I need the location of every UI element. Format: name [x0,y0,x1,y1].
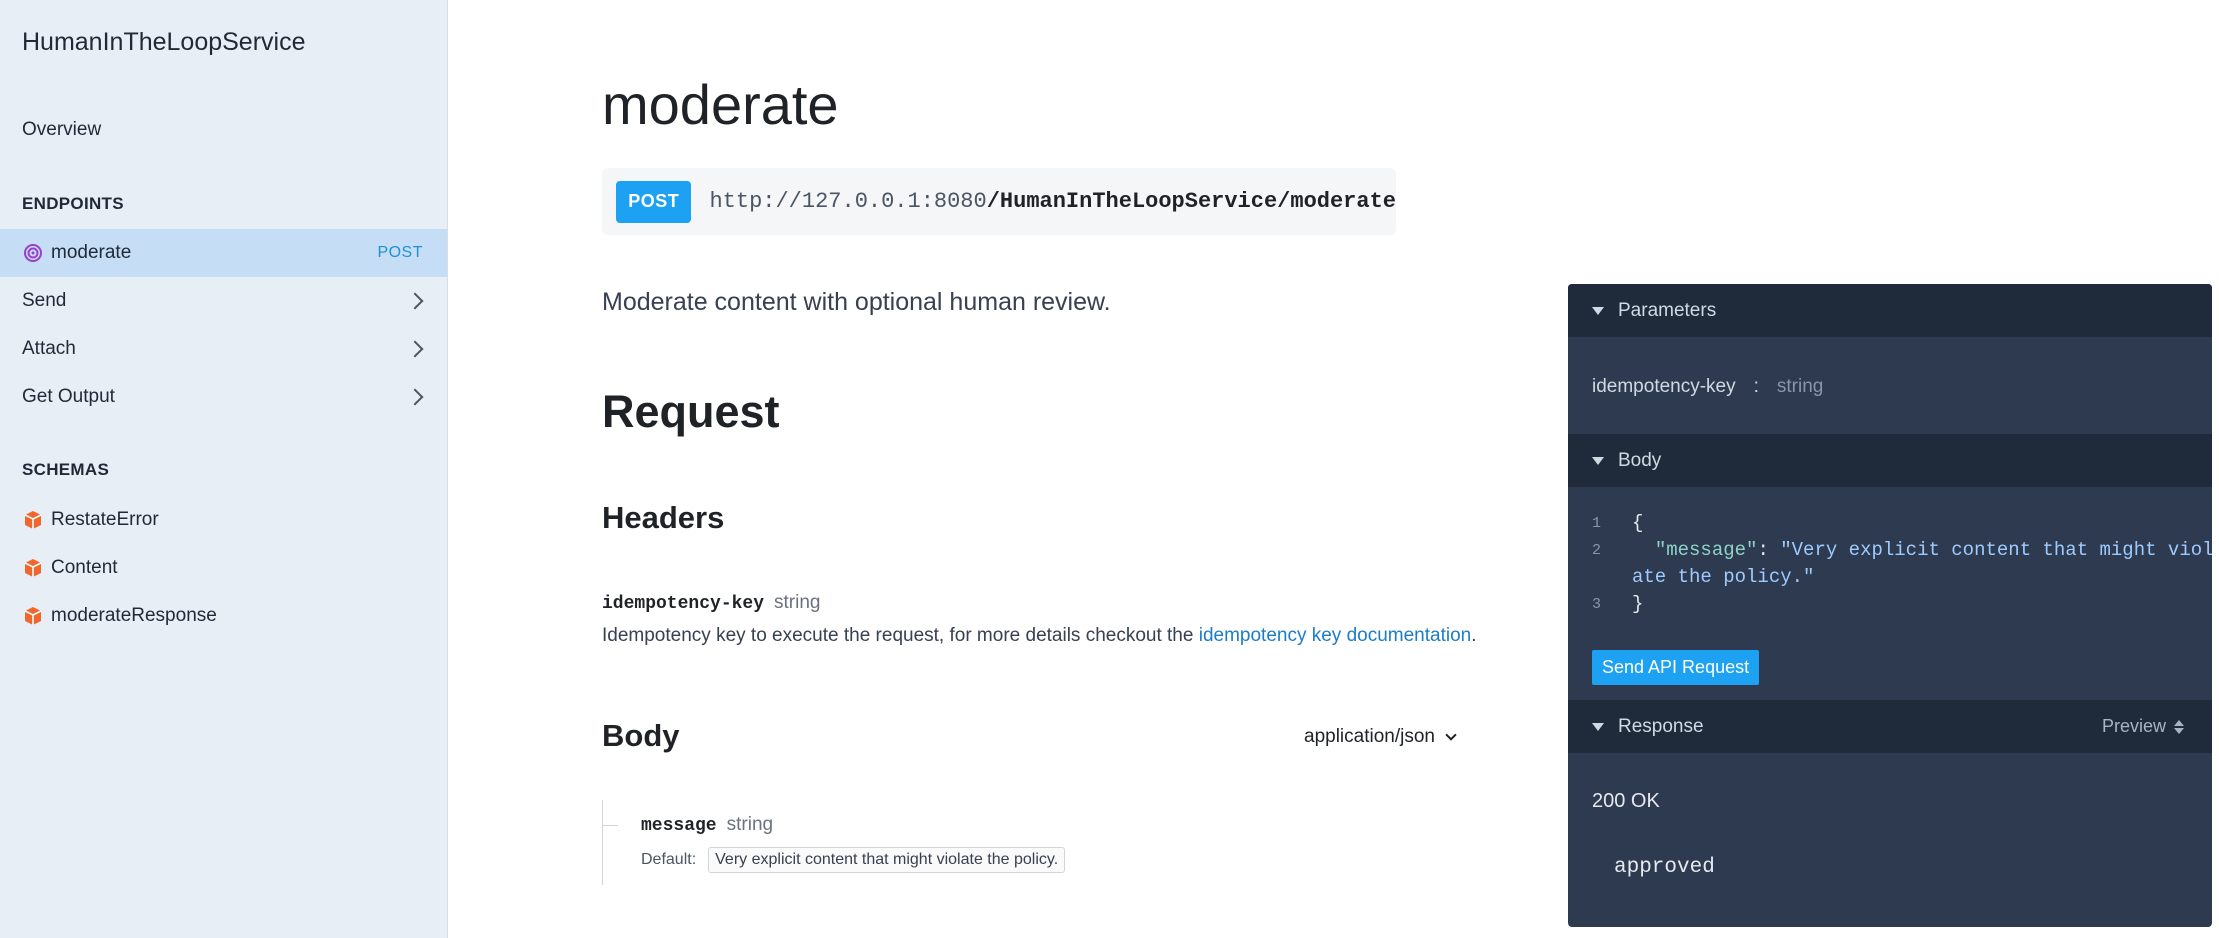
param-name: message [641,816,717,836]
schemas-section-label: SCHEMAS [22,460,110,479]
headers-heading: Headers [602,500,725,535]
caret-down-icon [1592,456,1604,465]
param-separator: : [1753,376,1759,397]
sidebar-item-overview[interactable]: Overview [0,106,447,154]
response-body: approved [1614,856,1715,879]
chevron-right-icon [406,388,424,406]
sidebar-item-label: Overview [22,119,102,140]
sidebar-item-moderate[interactable]: moderate POST [0,229,447,277]
code-line: 1 { [1592,510,2212,537]
app-title[interactable]: HumanInTheLoopService [22,28,306,57]
parameters-section-header[interactable]: Parameters [1568,284,2212,337]
url-path: /HumanInTheLoopService/moderate [986,189,1396,214]
default-value: Very explicit content that might violate… [708,847,1066,873]
line-number-empty [1592,564,1632,591]
chevron-down-icon [1445,729,1457,741]
tree-line [602,800,603,885]
body-heading: Body [602,718,680,753]
endpoint-url-box: POST http://127.0.0.1:8080/HumanInTheLoo… [602,168,1396,235]
body-param-row: message string [641,814,773,836]
panel-param-type: string [1776,376,1824,397]
line-number: 2 [1592,542,1602,559]
section-label: Body [1618,449,1662,471]
sidebar-item-send[interactable]: Send [0,277,447,325]
line-number: 1 [1592,515,1602,532]
sidebar-item-content[interactable]: Content [0,544,447,592]
response-status: 200 OK [1592,790,1660,812]
sidebar-item-label: Send [22,290,67,311]
default-row: Default: Very explicit content that migh… [641,847,1066,873]
sort-icon [2174,719,2184,734]
content-type-value: application/json [1304,726,1435,747]
code-text: { [1632,512,1644,534]
panel-param-row[interactable]: idempotency-key: string [1592,376,1823,398]
param-type: string [774,592,821,613]
sidebar-item-label: Get Output [22,386,115,407]
cube-icon [22,557,44,579]
code-text: } [1632,593,1644,615]
sidebar: HumanInTheLoopService Overview ENDPOINTS… [0,0,448,938]
chevron-right-icon [406,340,424,358]
json-colon: : [1757,539,1781,561]
method-tag: POST [377,244,423,261]
sidebar-item-get-output[interactable]: Get Output [0,373,447,421]
sidebar-item-label: moderateResponse [51,605,217,626]
api-request-panel: Parameters idempotency-key: string Body 1… [1568,284,2212,927]
preview-label: Preview [2101,716,2166,736]
sidebar-item-attach[interactable]: Attach [0,325,447,373]
chevron-right-icon [406,292,424,310]
default-label: Default: [641,851,697,868]
section-label: Parameters [1618,299,1717,321]
caret-down-icon [1592,306,1604,315]
endpoint-url[interactable]: http://127.0.0.1:8080/HumanInTheLoopServ… [709,189,1396,214]
param-description: Idempotency key to execute the request, … [602,625,1477,647]
preview-select[interactable]: Preview [2102,716,2184,737]
response-section-header[interactable]: Response Preview [1568,700,2212,753]
header-param-row: idempotency-key string [602,592,821,614]
request-heading: Request [602,386,780,437]
json-key: "message" [1654,539,1758,561]
sidebar-item-label: Attach [22,338,76,359]
code-line: 2 "message": "Very explicit content that… [1592,537,2212,564]
sidebar-item-moderate-response[interactable]: moderateResponse [0,592,447,640]
section-label: Response [1618,715,1704,737]
content-type-select[interactable]: application/json [1304,726,1457,748]
param-type: string [726,814,774,835]
page-title: moderate [602,73,839,136]
body-code-editor[interactable]: 1 { 2 "message": "Very explicit content … [1592,510,2212,618]
endpoint-description: Moderate content with optional human rev… [602,288,1111,316]
json-string-wrap: ate the policy." [1632,566,1815,588]
sidebar-item-label: Content [51,557,118,578]
send-api-request-button[interactable]: Send API Request [1592,650,1760,685]
caret-down-icon [1592,722,1604,731]
cube-icon [22,509,44,531]
sidebar-item-restate-error[interactable]: RestateError [0,496,447,544]
desc-text: Idempotency key to execute the request, … [602,625,1199,646]
idempotency-docs-link[interactable]: idempotency key documentation [1199,625,1472,646]
line-number: 3 [1592,596,1602,613]
sidebar-item-label: RestateError [51,509,159,530]
panel-param-name: idempotency-key [1592,376,1736,397]
endpoints-section-label: ENDPOINTS [22,194,124,213]
tree-tick [602,825,618,826]
method-badge: POST [616,180,692,223]
desc-suffix: . [1471,625,1477,646]
cube-icon [22,605,44,627]
code-line: ate the policy." [1592,564,2212,591]
body-section-header[interactable]: Body [1568,434,2212,487]
param-name: idempotency-key [602,594,765,614]
code-line: 3 } [1592,591,2212,618]
sidebar-item-label: moderate [51,242,132,263]
target-icon [22,242,44,264]
code-text: "message": "Very explicit content that m… [1632,537,2212,564]
url-host: http://127.0.0.1:8080 [709,189,987,214]
json-string: "Very explicit content that might viol [1780,539,2212,561]
